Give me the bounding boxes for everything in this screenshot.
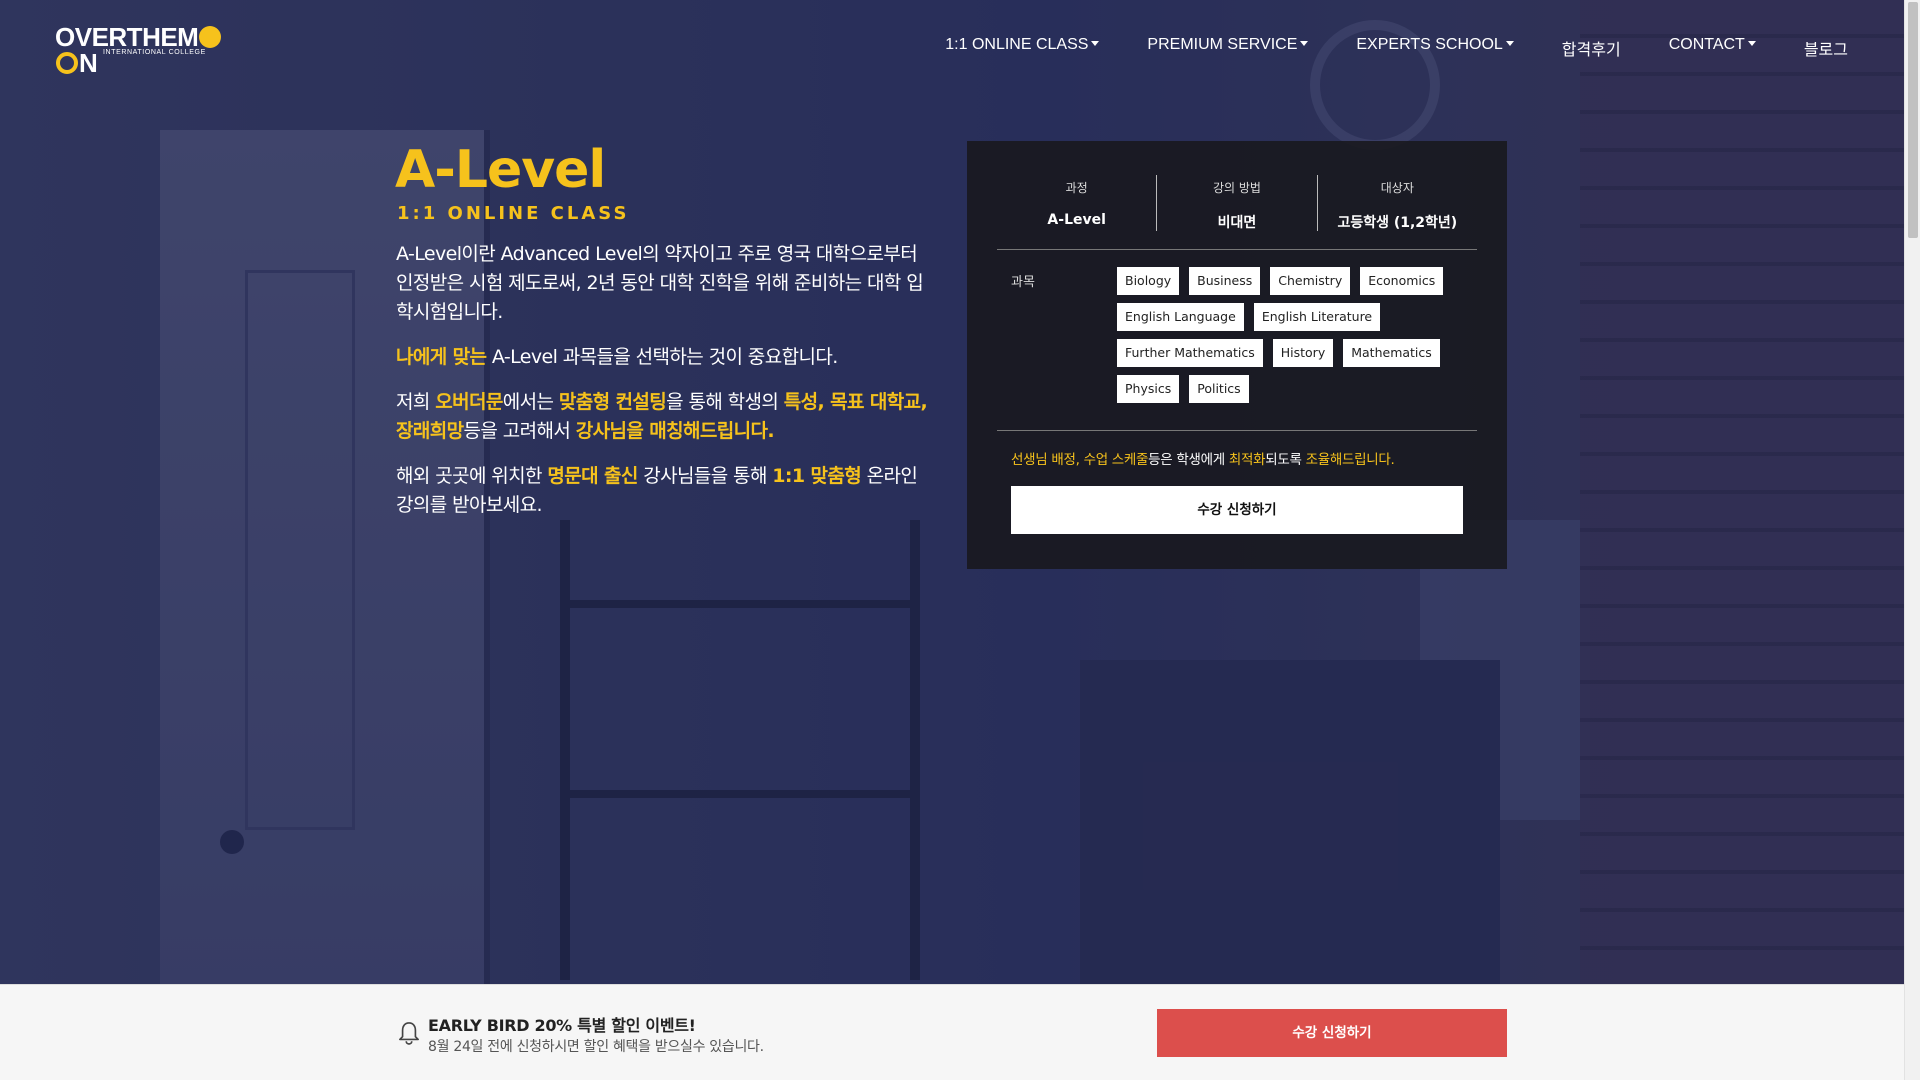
subject-tag[interactable]: English Language [1117,303,1244,331]
subject-tag[interactable]: Politics [1189,375,1249,403]
subject-tag[interactable]: Economics [1360,267,1444,295]
hero-description: A-Level이란 Advanced Level의 약자이고 주로 영국 대학으… [396,240,936,536]
page-subtitle: 1:1 ONLINE CLASS [397,203,630,224]
promo-apply-button[interactable]: 수강 신청하기 [1157,1009,1507,1057]
course-info-card: 과정 A-Level 강의 방법 비대면 대상자 고등학생 (1,2학년) 과목… [967,141,1507,569]
moon-icon [56,52,78,74]
caret-down-icon [1747,41,1756,46]
page-scrollbar[interactable] [1904,0,1920,1080]
nav-online-class[interactable]: 1:1 ONLINE CLASS [945,36,1100,60]
caret-down-icon [1505,41,1514,46]
apply-button[interactable]: 수강 신청하기 [1011,486,1463,534]
promo-bar: EARLY BIRD 20% 특별 할인 이벤트! 8월 24일 전에 신청하시… [0,984,1904,1080]
meta-course: 과정 A-Level [997,175,1158,231]
nav-contact[interactable]: CONTACT [1669,36,1756,60]
subject-tag[interactable]: History [1272,339,1334,367]
caret-down-icon [1300,41,1309,46]
subject-tag[interactable]: Further Mathematics [1117,339,1263,367]
subject-tag[interactable]: Chemistry [1270,267,1351,295]
promo-description: 8월 24일 전에 신청하시면 할인 혜택을 받으실수 있습니다. [428,1039,764,1055]
moon-icon [199,26,222,48]
divider [997,249,1477,250]
nav-experts-school[interactable]: EXPERTS SCHOOL [1356,36,1514,60]
nav-reviews[interactable]: 합격후기 [1562,36,1621,60]
hero-paragraph-3: 저희 오버더문에서는 맞춤형 컨설팅을 통해 학생의 특성, 목표 대학교, 장… [396,391,928,442]
meta-audience: 대상자 고등학생 (1,2학년) [1337,181,1458,231]
subject-tag[interactable]: English Literature [1253,303,1381,331]
hero-paragraph-4: 해외 곳곳에 위치한 명문대 출신 강사님들을 통해 1:1 맞춤형 온라인 강… [396,465,918,516]
hero-background [0,0,1904,984]
nav-premium-service[interactable]: PREMIUM SERVICE [1147,36,1309,60]
subject-tag[interactable]: Physics [1117,375,1180,403]
site-logo[interactable]: OVERTHEMN INTERNATIONAL COLLEGE [55,24,245,76]
divider [997,430,1477,431]
subject-tag[interactable]: Biology [1117,267,1180,295]
scrollbar-thumb[interactable] [1908,2,1918,238]
bell-icon [399,1022,419,1045]
course-meta: 과정 A-Level 강의 방법 비대면 대상자 고등학생 (1,2학년) [997,175,1477,231]
nav-blog[interactable]: 블로그 [1804,36,1848,60]
schedule-note: 선생님 배정, 수업 스케줄등은 학생에게 최적화되도록 조율해드립니다. [1011,452,1395,468]
subject-tag[interactable]: Mathematics [1343,339,1440,367]
logo-subtitle: INTERNATIONAL COLLEGE [103,49,206,56]
subject-tag[interactable]: Business [1189,267,1261,295]
subject-tags: Biology Business Chemistry Economics Eng… [1117,267,1457,403]
bg-overlay [0,0,1904,984]
subjects-label: 과목 [1011,275,1035,290]
page-title: A-Level [395,140,606,200]
promo-title: EARLY BIRD 20% 특별 할인 이벤트! [428,1016,696,1035]
hero-paragraph-2: 나에게 맞는 A-Level 과목들을 선택하는 것이 중요합니다. [396,346,838,368]
main-nav: 1:1 ONLINE CLASS PREMIUM SERVICE EXPERTS… [897,36,1848,60]
caret-down-icon [1091,41,1100,46]
hero-paragraph-1: A-Level이란 Advanced Level의 약자이고 주로 영국 대학으… [396,243,924,323]
meta-method: 강의 방법 비대면 [1157,175,1318,231]
